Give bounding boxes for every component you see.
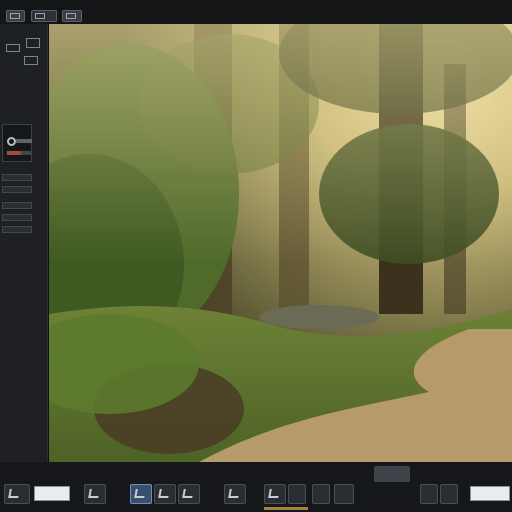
viewport-tab[interactable] xyxy=(374,466,410,482)
sidebar-row-5[interactable] xyxy=(2,226,32,233)
scale-tool[interactable] xyxy=(154,484,176,504)
paint-tool[interactable] xyxy=(178,484,200,504)
rotate-tool[interactable] xyxy=(130,484,152,504)
bottom-toolbar xyxy=(0,462,512,512)
intensity-slider[interactable] xyxy=(16,139,32,143)
sidebar-row-1[interactable] xyxy=(2,174,32,181)
sculpt-tool[interactable] xyxy=(224,484,246,504)
left-sidebar xyxy=(0,24,48,462)
render-button[interactable] xyxy=(334,484,354,504)
grid-button[interactable] xyxy=(312,484,330,504)
move-tool[interactable] xyxy=(84,484,106,504)
sidebar-row-2[interactable] xyxy=(2,186,32,193)
sidebar-row-3[interactable] xyxy=(2,202,32,209)
scene-viewport[interactable] xyxy=(49,24,512,462)
mode-button-3[interactable] xyxy=(62,10,82,22)
measure-tool[interactable] xyxy=(264,484,286,504)
status-indicator xyxy=(264,507,308,510)
fog-layer xyxy=(49,24,512,264)
select-tool[interactable] xyxy=(4,484,30,504)
light-toggle[interactable] xyxy=(420,484,438,504)
search-field[interactable] xyxy=(470,486,510,501)
forest-render xyxy=(49,24,512,462)
panel-icon xyxy=(66,13,76,19)
display-icon xyxy=(35,13,45,19)
camera-icon[interactable] xyxy=(26,38,40,48)
level-meter xyxy=(7,151,31,155)
mode-button-1[interactable] xyxy=(6,10,25,22)
mode-button-2[interactable] xyxy=(31,10,57,22)
layers-icon[interactable] xyxy=(6,44,20,52)
sidebar-row-4[interactable] xyxy=(2,214,32,221)
top-toolbar xyxy=(0,0,512,24)
terrain-icon[interactable] xyxy=(24,56,38,65)
dial-icon[interactable] xyxy=(7,137,16,146)
properties-panel xyxy=(2,124,32,162)
sound-toggle[interactable] xyxy=(440,484,458,504)
fallen-log xyxy=(259,305,379,329)
snap-button[interactable] xyxy=(288,484,306,504)
value-field[interactable] xyxy=(34,486,70,501)
window-icon xyxy=(10,13,20,19)
